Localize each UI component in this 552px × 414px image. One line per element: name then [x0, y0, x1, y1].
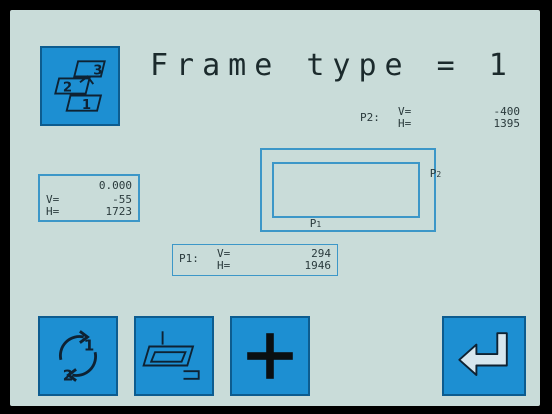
p2-marker: P2	[390, 156, 441, 193]
current-h-value: 1723	[105, 205, 133, 218]
current-top-value: 0.000	[98, 179, 132, 192]
current-h-label: H=	[46, 205, 60, 218]
p1-marker: P1	[270, 206, 321, 243]
p2-label: P2:	[360, 111, 380, 124]
touch-screen: 3 2 1 Frame type = 1 P2: V= H= -400 1395…	[10, 10, 540, 406]
frame-move-button[interactable]	[134, 316, 214, 396]
page-title: Frame type = 1	[150, 48, 515, 83]
frame-icon-label-3: 3	[93, 64, 102, 79]
swap-label-1: 1	[84, 336, 95, 354]
p2-h-label: H=	[398, 117, 412, 130]
p2-marker-sub: 2	[436, 170, 442, 179]
swap-points-button[interactable]: 1 2	[38, 316, 118, 396]
swap-arrows-icon: 1 2	[59, 330, 97, 385]
current-position-readout: 0.000 V= -55 H= 1723	[38, 174, 140, 222]
frame-icon-label-1: 1	[82, 98, 91, 113]
enter-button[interactable]	[442, 316, 526, 396]
swap-label-2: 2	[63, 367, 74, 385]
frame-move-icon	[142, 331, 200, 380]
plus-icon	[247, 333, 293, 379]
frame-icon-label-2: 2	[63, 81, 72, 96]
p2-readout: P2: V= H= -400 1395	[360, 106, 530, 136]
frame-type-icon: 3 2 1	[54, 60, 106, 113]
p1-marker-sub: 1	[316, 220, 322, 229]
frame-type-button[interactable]: 3 2 1	[40, 46, 120, 126]
p1-readout: P1: V= H= 294 1946	[172, 244, 338, 276]
p1-label: P1:	[179, 252, 199, 265]
return-arrow-icon	[458, 332, 508, 376]
p2-h-value: 1395	[493, 117, 521, 130]
p1-h-value: 1946	[304, 259, 332, 272]
frame-diagram: P2 P1	[260, 148, 441, 232]
p1-h-label: H=	[217, 259, 231, 272]
add-point-button[interactable]	[230, 316, 310, 396]
